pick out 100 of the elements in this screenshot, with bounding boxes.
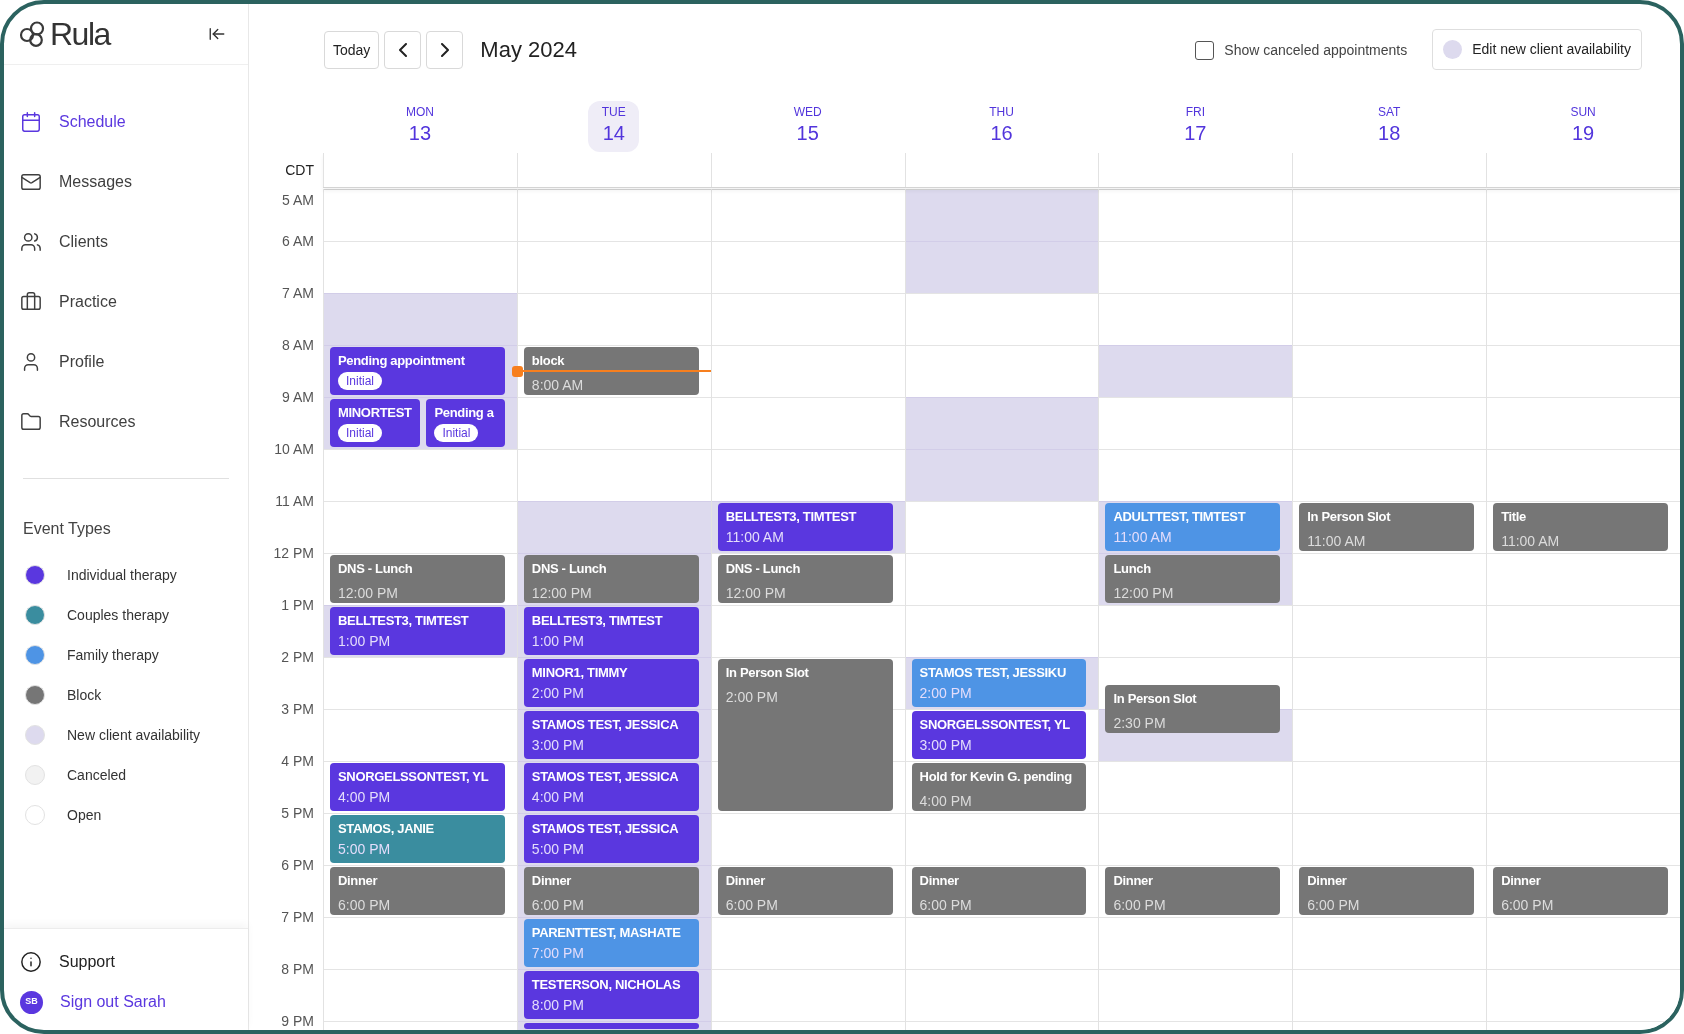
day-header[interactable]: THU 16 (976, 101, 1027, 152)
event-time: 12:00 PM (725, 584, 786, 603)
event-time: 6:00 PM (919, 896, 972, 915)
event-card[interactable] (523, 1023, 699, 1030)
nav-link[interactable]: Practice (20, 284, 117, 320)
event-card[interactable]: Pending appointment Initial (330, 347, 505, 395)
event-card[interactable]: DNS - Lunch 12:00 PM (717, 555, 893, 603)
event-card[interactable]: STAMOS TEST, JESSICA 3:00 PM (523, 711, 699, 759)
checkbox-label[interactable]: Show canceled appointments (1224, 39, 1408, 61)
event-title: STAMOS TEST, JESSICA (531, 820, 679, 838)
event-card[interactable]: Lunch 12:00 PM (1105, 555, 1281, 603)
hour-label: 8 PM (281, 960, 314, 978)
event-card[interactable]: Dinner 6:00 PM (717, 867, 893, 915)
day-header[interactable]: FRI 17 (1169, 101, 1221, 152)
hour-label: 9 AM (282, 388, 314, 406)
event-time: 8:00 PM (531, 996, 584, 1015)
event-card[interactable]: Dinner 6:00 PM (911, 867, 1087, 915)
event-time: 6:00 PM (531, 896, 584, 915)
day-header[interactable]: MON 13 (394, 101, 446, 152)
event-card[interactable]: BELLTEST3, TIMTEST 1:00 PM (330, 607, 505, 655)
collapse-sidebar-button[interactable] (208, 25, 226, 43)
event-time: 11:00 AM (725, 528, 784, 547)
event-card[interactable]: Dinner 6:00 PM (1105, 867, 1281, 915)
status-badge: Initial (434, 424, 479, 442)
hour-label: 4 PM (281, 752, 314, 770)
event-card[interactable]: In Person Slot 2:30 PM (1105, 685, 1281, 733)
edit-availability-button[interactable]: Edit new client availability (1432, 29, 1642, 70)
event-card[interactable]: Hold for Kevin G. pending 4:00 PM (911, 763, 1087, 811)
event-title: Dinner (338, 872, 378, 890)
support-link[interactable]: Support (20, 950, 116, 974)
event-time: 2:00 PM (531, 684, 584, 703)
event-card[interactable]: STAMOS TEST, JESSICA 4:00 PM (523, 763, 699, 811)
status-badge: Initial (338, 372, 382, 390)
nav-link[interactable]: Schedule (20, 104, 126, 140)
previous-button[interactable] (384, 31, 422, 69)
legend-label: Individual therapy (67, 565, 177, 585)
event-card[interactable]: BELLTEST3, TIMTEST 1:00 PM (523, 607, 699, 655)
event-title: STAMOS TEST, JESSICA (531, 716, 679, 734)
event-time: 6:00 PM (1307, 896, 1360, 915)
nav-link[interactable]: Resources (20, 404, 136, 440)
hour-label: 5 AM (282, 191, 314, 209)
event-time: 12:00 PM (338, 584, 398, 603)
event-card[interactable]: Dinner 6:00 PM (1299, 867, 1475, 915)
checkbox[interactable] (1195, 40, 1215, 60)
briefcase-icon (20, 291, 42, 313)
hour-label: 3 PM (281, 700, 314, 718)
nav-link[interactable]: Clients (20, 224, 108, 260)
hour-label: 5 PM (281, 804, 314, 822)
event-title: Dinner (1113, 872, 1153, 890)
next-button[interactable] (426, 31, 464, 69)
hour-label: 10 AM (274, 440, 314, 458)
hour-label: 8 AM (282, 336, 314, 354)
nav-link[interactable]: Profile (20, 344, 105, 380)
event-card[interactable]: DNS - Lunch 12:00 PM (330, 555, 505, 603)
event-card[interactable]: SNORGELSSONTEST, YL 4:00 PM (330, 763, 505, 811)
event-card[interactable]: MINORTEST Initial (330, 399, 421, 447)
nav-link[interactable]: Messages (20, 164, 132, 200)
event-card[interactable]: Dinner 6:00 PM (1493, 867, 1668, 915)
event-card[interactable]: DNS - Lunch 12:00 PM (523, 555, 699, 603)
event-card[interactable]: Dinner 6:00 PM (523, 867, 699, 915)
day-header[interactable]: SAT 18 (1363, 101, 1415, 152)
day-header[interactable]: TUE 14 (588, 101, 640, 152)
event-title: DNS - Lunch (725, 560, 801, 578)
event-title: BELLTEST3, TIMTEST (725, 508, 857, 526)
event-card[interactable]: STAMOS, JANIE 5:00 PM (330, 815, 505, 863)
info-icon (20, 951, 42, 973)
event-card[interactable]: Pending a Initial (426, 399, 505, 447)
sign-out-link[interactable]: Sign out Sarah (60, 990, 166, 1014)
event-card[interactable]: STAMOS TEST, JESSICA 5:00 PM (523, 815, 699, 863)
event-card[interactable]: Dinner 6:00 PM (330, 867, 505, 915)
event-time: 1:00 PM (531, 632, 584, 651)
day-header[interactable]: SUN 19 (1557, 101, 1609, 152)
hour-label: 11 AM (275, 492, 314, 510)
event-title: In Person Slot (725, 664, 809, 682)
event-card[interactable]: TESTERSON, NICHOLAS 8:00 PM (523, 971, 699, 1019)
event-card[interactable]: SNORGELSSONTEST, YL 3:00 PM (911, 711, 1087, 759)
event-card[interactable]: In Person Slot 11:00 AM (1299, 503, 1475, 551)
timezone-label: CDT (285, 162, 314, 178)
legend-label: Open (67, 805, 102, 825)
event-title: PARENTTEST, MASHATE (531, 924, 681, 942)
day-header[interactable]: WED 15 (782, 101, 834, 152)
event-title: BELLTEST3, TIMTEST (531, 612, 663, 630)
legend-label: New client availability (67, 725, 201, 745)
event-card[interactable]: BELLTEST3, TIMTEST 11:00 AM (717, 503, 893, 551)
event-card[interactable]: MINOR1, TIMMY 2:00 PM (523, 659, 699, 707)
event-title: In Person Slot (1113, 690, 1197, 708)
event-title: STAMOS TEST, JESSICA (531, 768, 679, 786)
availability-swatch-icon (1443, 40, 1463, 59)
event-title: TESTERSON, NICHOLAS (531, 976, 681, 994)
event-card[interactable]: Title 11:00 AM (1493, 503, 1668, 551)
legend-label: Couples therapy (67, 605, 169, 625)
event-card[interactable]: block 8:00 AM (523, 347, 699, 395)
event-title: Hold for Kevin G. pending (919, 768, 1072, 786)
today-button[interactable]: Today (324, 31, 380, 69)
hour-label: 2 PM (281, 648, 314, 666)
event-card[interactable]: In Person Slot 2:00 PM (717, 659, 893, 811)
event-title: Dinner (531, 872, 572, 890)
logo-wordmark: Rula (50, 16, 110, 52)
event-title: Pending appointment (338, 352, 465, 370)
event-time: 2:30 PM (1113, 714, 1166, 733)
